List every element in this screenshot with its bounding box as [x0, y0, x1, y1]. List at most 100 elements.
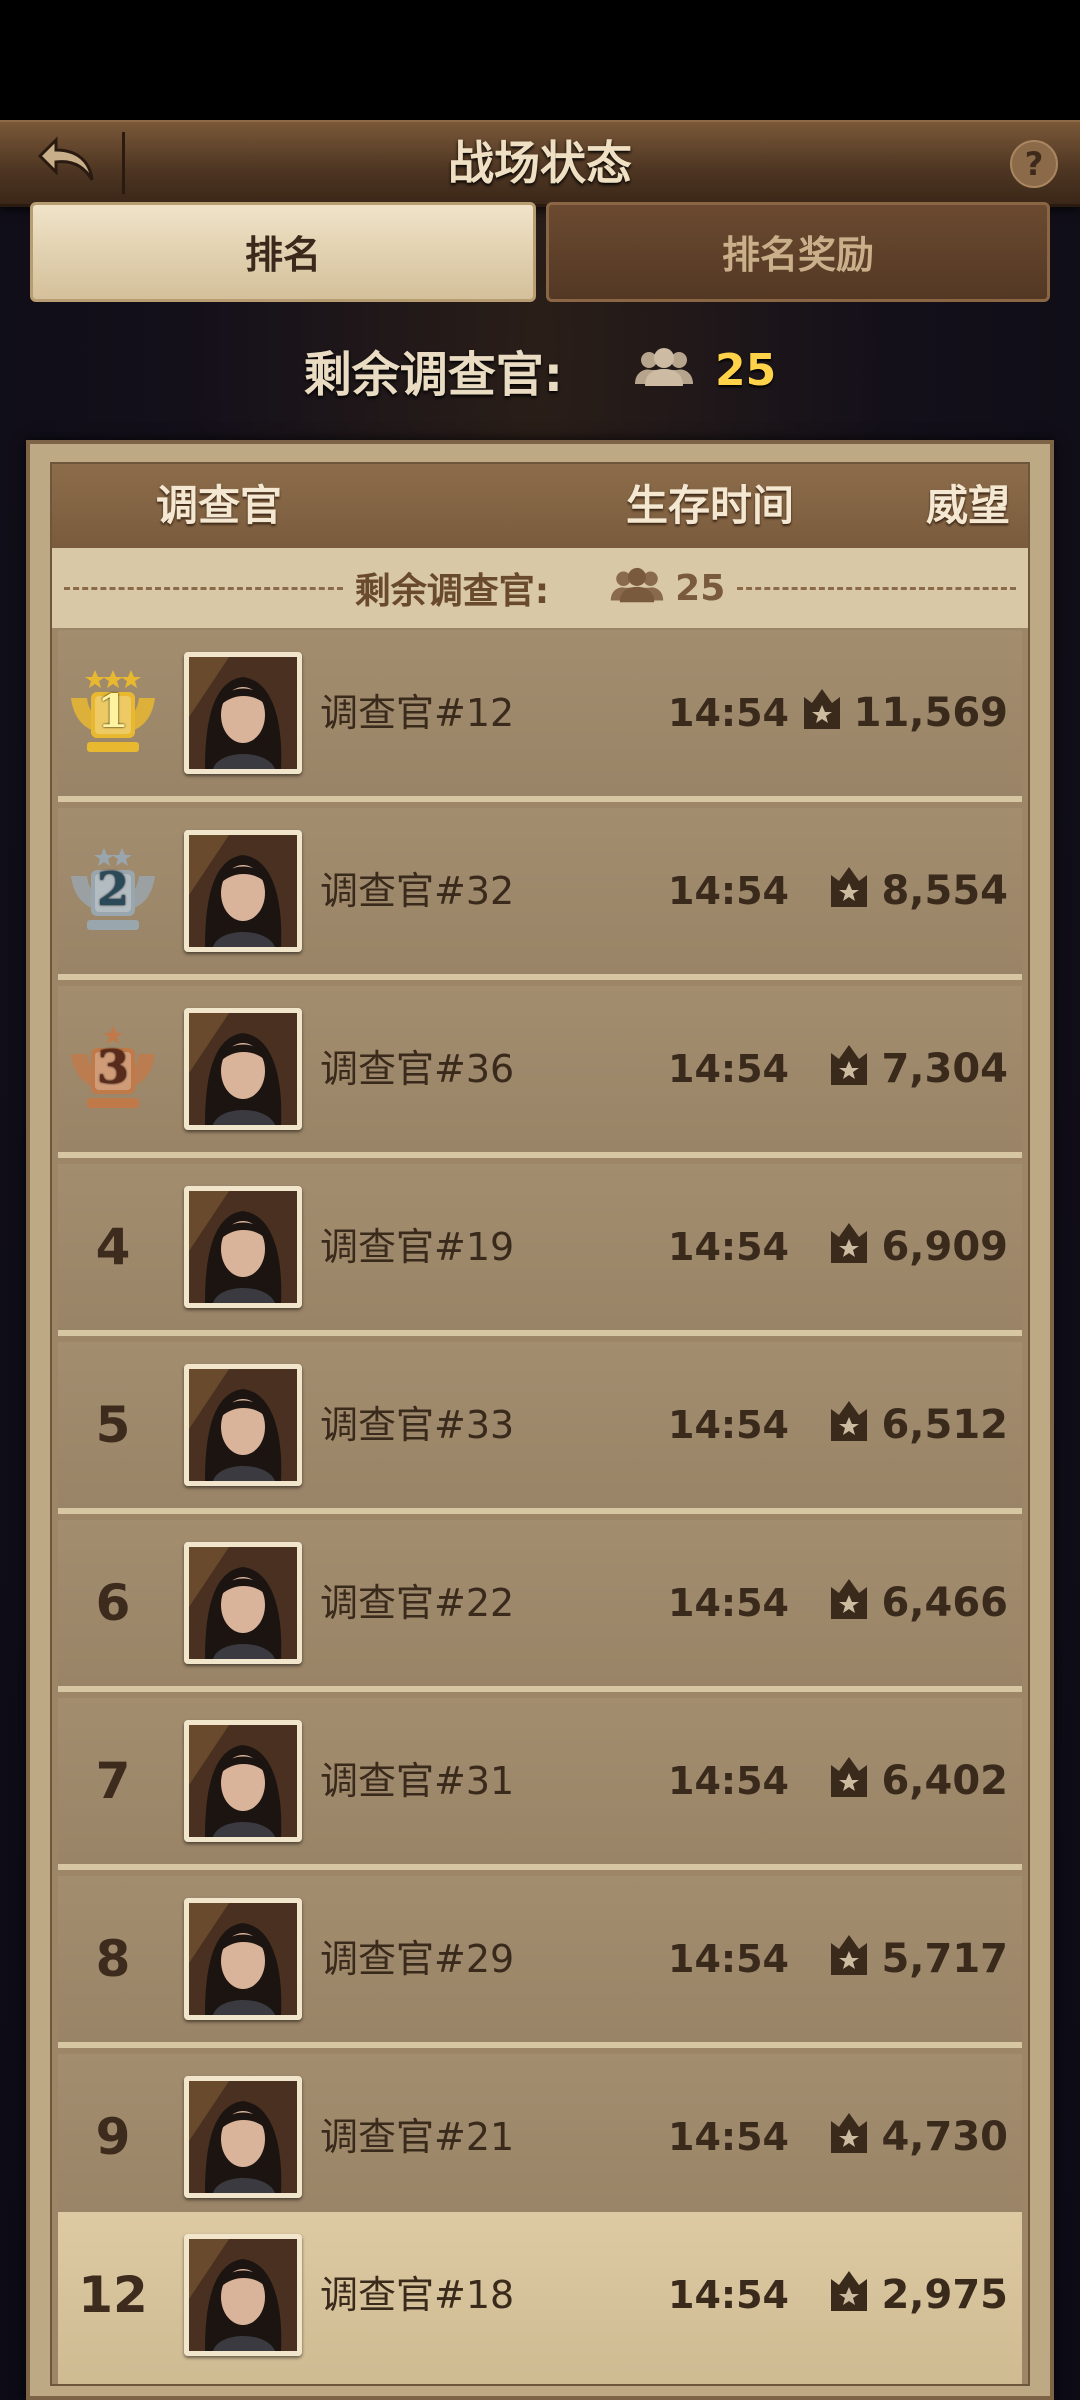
people-icon [633, 348, 695, 392]
table-row[interactable]: 2 调查官#32 14:54 8,554 [58, 808, 1022, 980]
prestige-amount: 5,717 [881, 1936, 1008, 1982]
silver-trophy-icon: 2 [65, 846, 161, 936]
avatar[interactable] [184, 652, 302, 774]
investigator-name: 调查官#12 [320, 691, 515, 735]
prestige-value: 4,730 [829, 2054, 1008, 2220]
rank-number: 9 [95, 2108, 131, 2166]
column-prestige: 威望 [925, 481, 1010, 530]
ranking-table: 调查官 生存时间 威望 剩余调查官: 25 1 调查官#12 14:54 11,569… [50, 462, 1030, 2386]
prestige-crown-icon [802, 685, 842, 741]
survival-time: 14:54 [668, 1225, 789, 1269]
self-rank-row[interactable]: 12 调查官#18 14:54 2,975 [58, 2212, 1022, 2384]
survival-time: 14:54 [668, 2273, 789, 2317]
prestige-crown-icon [829, 863, 869, 919]
divider-count: 25 [675, 567, 726, 609]
table-row[interactable]: 4 调查官#19 14:54 6,909 [58, 1164, 1022, 1336]
avatar[interactable] [184, 2234, 302, 2356]
table-row[interactable]: 9 调查官#21 14:54 4,730 [58, 2054, 1022, 2226]
prestige-amount: 6,402 [881, 1758, 1008, 1804]
prestige-value: 11,569 [802, 630, 1008, 796]
survival-time: 14:54 [668, 869, 789, 913]
people-icon [609, 567, 665, 609]
avatar[interactable] [184, 2076, 302, 2198]
table-header: 调查官 生存时间 威望 [52, 464, 1028, 548]
table-row[interactable]: 3 调查官#36 14:54 7,304 [58, 986, 1022, 1158]
survival-time: 14:54 [668, 1047, 789, 1091]
column-survival-time: 生存时间 [626, 481, 795, 530]
prestige-crown-icon [829, 1753, 869, 1809]
avatar[interactable] [184, 830, 302, 952]
investigator-name: 调查官#29 [320, 1937, 515, 1981]
survival-time: 14:54 [668, 691, 789, 735]
survival-time: 14:54 [668, 1759, 789, 1803]
rank-number: 4 [95, 1218, 131, 1276]
prestige-amount: 6,466 [881, 1580, 1008, 1626]
investigator-name: 调查官#32 [320, 869, 515, 913]
investigator-name: 调查官#22 [320, 1581, 515, 1625]
remaining-investigators: 剩余调查官: 25 [0, 330, 1080, 410]
table-row[interactable]: 7 调查官#31 14:54 6,402 [58, 1698, 1022, 1870]
prestige-crown-icon [829, 2267, 869, 2323]
prestige-value: 6,909 [829, 1164, 1008, 1330]
remaining-divider: 剩余调查官: 25 [52, 548, 1028, 628]
table-row[interactable]: 1 调查官#12 14:54 11,569 [58, 630, 1022, 802]
prestige-amount: 7,304 [881, 1046, 1008, 1092]
rank-number: 7 [95, 1752, 131, 1810]
dashed-line-right [737, 586, 1017, 590]
investigator-name: 调查官#21 [320, 2115, 515, 2159]
prestige-amount: 4,730 [881, 2114, 1008, 2160]
investigator-name: 调查官#33 [320, 1403, 515, 1447]
avatar[interactable] [184, 1542, 302, 1664]
avatar[interactable] [184, 1364, 302, 1486]
rank-number: 3 [96, 1040, 129, 1094]
page-title: 战场状态 [448, 136, 632, 190]
prestige-amount: 11,569 [853, 690, 1008, 736]
prestige-value: 6,512 [829, 1342, 1008, 1508]
prestige-crown-icon [829, 1931, 869, 1987]
prestige-crown-icon [829, 1041, 869, 1097]
rank-number: 6 [95, 1574, 131, 1632]
rank-number: 12 [78, 2266, 148, 2324]
survival-time: 14:54 [668, 1937, 789, 1981]
table-row[interactable]: 5 调查官#33 14:54 6,512 [58, 1342, 1022, 1514]
survival-time: 14:54 [668, 1403, 789, 1447]
bronze-trophy-icon: 3 [65, 1024, 161, 1114]
table-row[interactable]: 8 调查官#29 14:54 5,717 [58, 1876, 1022, 2048]
gold-trophy-icon: 1 [65, 668, 161, 758]
rank-number: 2 [96, 862, 129, 916]
column-investigator: 调查官 [156, 481, 283, 530]
investigator-name: 调查官#31 [320, 1759, 515, 1803]
prestige-amount: 6,512 [881, 1402, 1008, 1448]
prestige-value: 7,304 [829, 986, 1008, 1152]
investigator-name: 调查官#19 [320, 1225, 515, 1269]
avatar[interactable] [184, 1008, 302, 1130]
prestige-amount: 8,554 [881, 868, 1008, 914]
investigator-name: 调查官#18 [320, 2273, 515, 2317]
prestige-value: 8,554 [829, 808, 1008, 974]
prestige-amount: 2,975 [881, 2272, 1008, 2318]
rank-medal: 3 [58, 986, 168, 1152]
survival-time: 14:54 [668, 2115, 789, 2159]
rank-medal: 1 [58, 630, 168, 796]
table-row[interactable]: 6 调查官#22 14:54 6,466 [58, 1520, 1022, 1692]
investigator-name: 调查官#36 [320, 1047, 515, 1091]
prestige-crown-icon [829, 1397, 869, 1453]
prestige-value: 6,402 [829, 1698, 1008, 1864]
avatar[interactable] [184, 1720, 302, 1842]
prestige-value: 2,975 [829, 2212, 1008, 2378]
tab-ranking[interactable]: 排名 [30, 202, 536, 302]
rank-medal: 2 [58, 808, 168, 974]
help-button[interactable]: ? [1010, 140, 1058, 188]
prestige-crown-icon [829, 1219, 869, 1275]
avatar[interactable] [184, 1186, 302, 1308]
rank-number: 8 [95, 1930, 131, 1988]
prestige-value: 6,466 [829, 1520, 1008, 1686]
avatar[interactable] [184, 1898, 302, 2020]
tab-ranking-rewards[interactable]: 排名奖励 [546, 202, 1050, 302]
ranking-panel: 调查官 生存时间 威望 剩余调查官: 25 1 调查官#12 14:54 11,569… [26, 440, 1054, 2400]
survival-time: 14:54 [668, 1581, 789, 1625]
remaining-label: 剩余调查官: [303, 347, 563, 403]
rank-number: 1 [96, 684, 129, 738]
prestige-crown-icon [829, 1575, 869, 1631]
header-bar: 战场状态 ? [0, 120, 1080, 207]
